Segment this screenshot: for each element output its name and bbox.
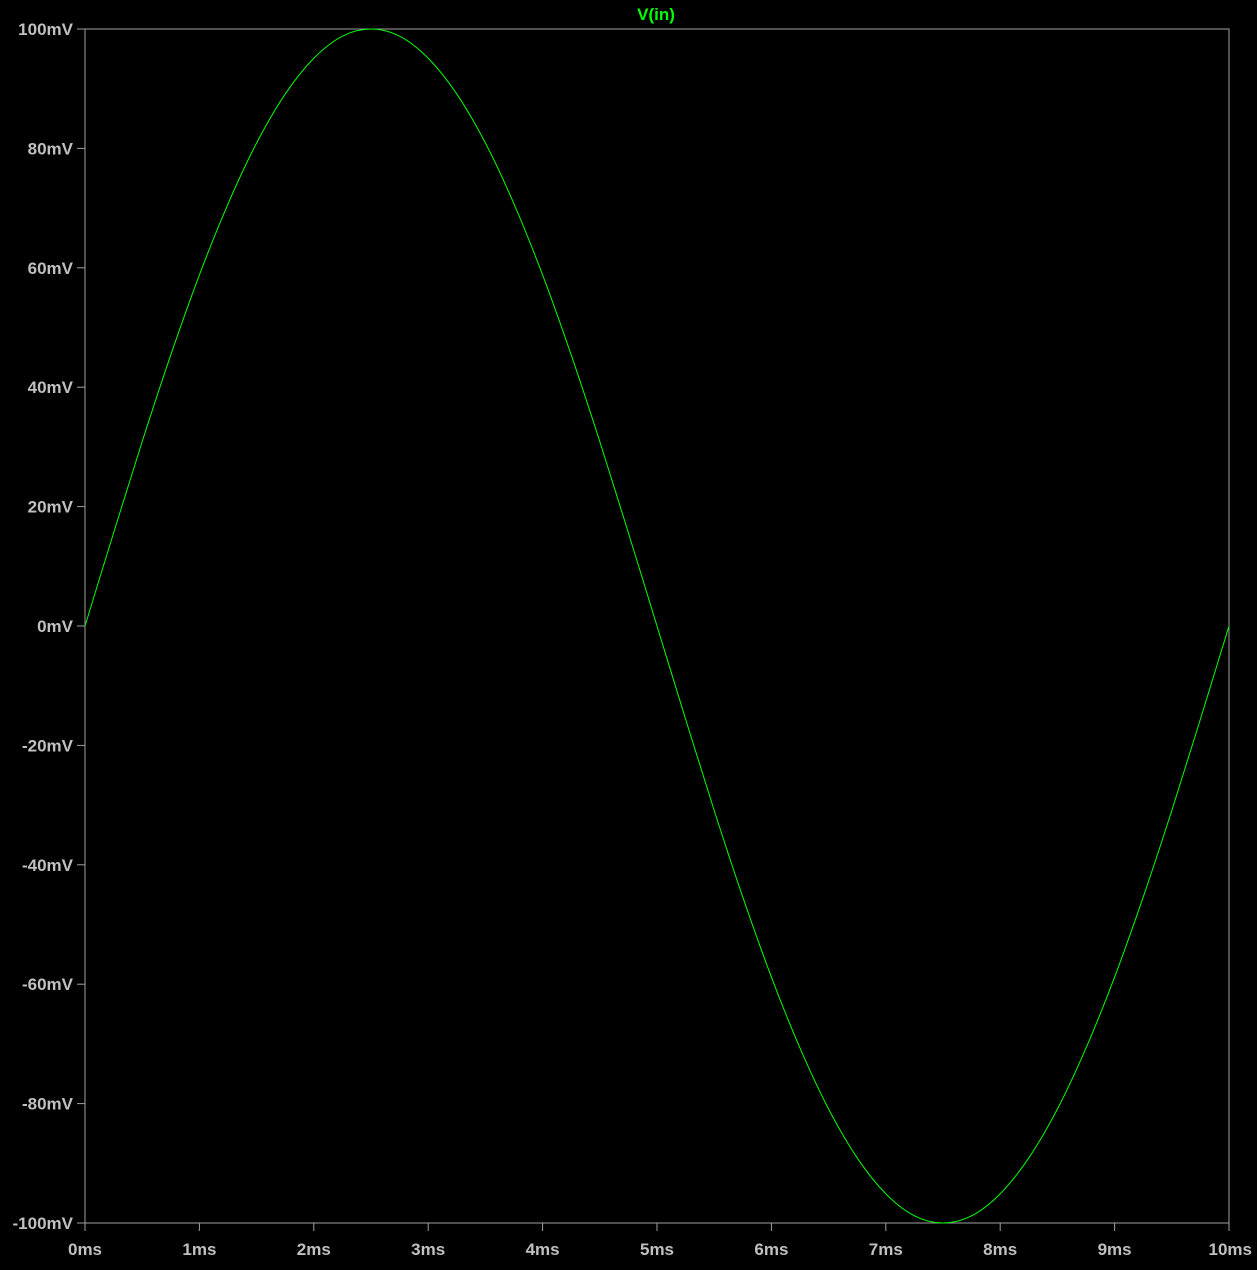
x-tick-label: 3ms bbox=[411, 1240, 445, 1259]
x-tick-label: 10ms bbox=[1209, 1240, 1252, 1259]
y-tick-label: -100mV bbox=[13, 1214, 74, 1233]
x-tick-label: 6ms bbox=[754, 1240, 788, 1259]
x-tick-label: 9ms bbox=[1098, 1240, 1132, 1259]
y-tick-label: 0mV bbox=[37, 617, 74, 636]
waveform-plot: V(in) 0ms 1ms 2ms 3ms 4ms 5ms 6ms 7ms 8ms 9ms 10ms… bbox=[0, 0, 1257, 1265]
y-tick-label: 60mV bbox=[28, 259, 74, 278]
x-tick-label: 5ms bbox=[640, 1240, 674, 1259]
y-tick-label: -80mV bbox=[22, 1095, 74, 1114]
y-tick-label: 40mV bbox=[28, 378, 74, 397]
plot-background bbox=[0, 0, 1257, 1265]
y-tick-label: -60mV bbox=[22, 975, 74, 994]
x-tick-label: 2ms bbox=[297, 1240, 331, 1259]
trace-title[interactable]: V(in) bbox=[637, 5, 675, 24]
x-tick-label: 0ms bbox=[68, 1240, 102, 1259]
x-tick-label: 4ms bbox=[526, 1240, 560, 1259]
y-tick-label: -40mV bbox=[22, 856, 74, 875]
y-tick-label: 80mV bbox=[28, 139, 74, 158]
y-tick-label: 100mV bbox=[18, 20, 73, 39]
x-tick-label: 7ms bbox=[869, 1240, 903, 1259]
y-tick-label: -20mV bbox=[22, 736, 74, 755]
x-tick-label: 8ms bbox=[983, 1240, 1017, 1259]
y-tick-label: 20mV bbox=[28, 498, 74, 517]
x-tick-label: 1ms bbox=[182, 1240, 216, 1259]
chart-canvas: V(in) 0ms 1ms 2ms 3ms 4ms 5ms 6ms 7ms 8ms 9ms 10ms… bbox=[0, 0, 1257, 1265]
